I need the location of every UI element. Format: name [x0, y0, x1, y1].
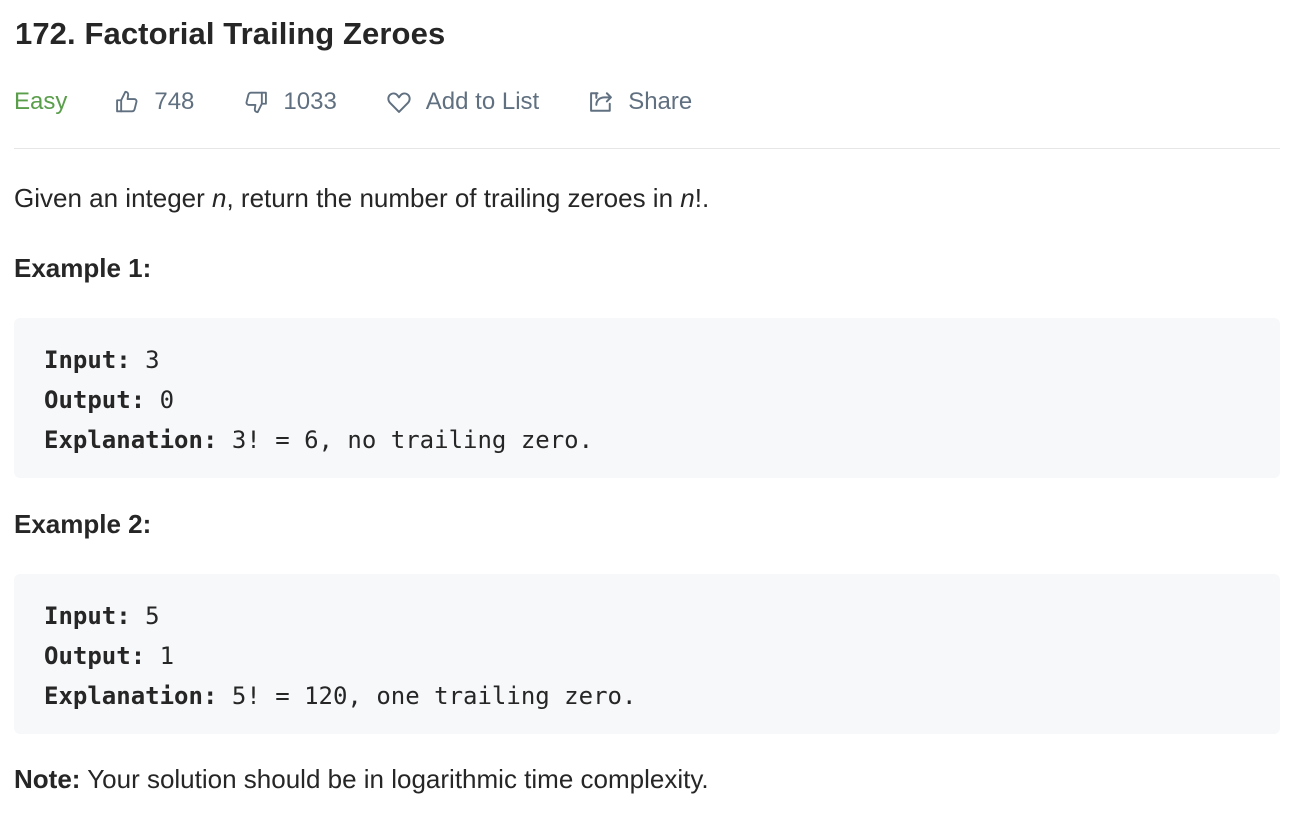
note-label: Note: — [14, 764, 81, 794]
description-text: !. — [694, 183, 710, 213]
share-label: Share — [628, 88, 693, 115]
variable-n: n — [680, 183, 695, 213]
problem-title: 172. Factorial Trailing Zeroes — [15, 16, 446, 51]
problem-description: Given an integer n, return the number of… — [14, 183, 709, 214]
variable-n: n — [212, 183, 227, 213]
output-label: Output: — [44, 386, 146, 414]
example-heading: Example 2: — [14, 509, 152, 539]
difficulty-badge: Easy — [14, 88, 68, 115]
thumbs-down-icon — [242, 88, 270, 116]
example-output-line: Output: 1 — [44, 636, 1250, 676]
explanation-label: Explanation: — [44, 682, 218, 710]
explanation-label: Explanation: — [44, 426, 218, 454]
add-to-list-label: Add to List — [425, 88, 540, 115]
problem-meta-bar: Easy 748 1033 Add to List Share — [14, 84, 740, 120]
complexity-note: Note: Your solution should be in logarit… — [14, 764, 709, 795]
explanation-value: 5! = 120, one trailing zero. — [217, 682, 637, 710]
example-explanation-line: Explanation: 3! = 6, no trailing zero. — [44, 420, 1250, 460]
example-explanation-line: Explanation: 5! = 120, one trailing zero… — [44, 676, 1250, 716]
heart-icon — [385, 88, 413, 116]
description-text: , return the number of trailing zeroes i… — [226, 183, 681, 213]
dislike-count: 1033 — [283, 88, 337, 115]
header-divider — [14, 148, 1280, 149]
note-text: Your solution should be in logarithmic t… — [80, 764, 709, 794]
output-label: Output: — [44, 642, 146, 670]
example-input-line: Input: 3 — [44, 340, 1250, 380]
thumbs-up-icon — [113, 88, 141, 116]
example-heading: Example 1: — [14, 253, 152, 283]
input-value: 3 — [130, 346, 160, 374]
output-value: 0 — [145, 386, 175, 414]
dislike-button[interactable]: 1033 — [242, 88, 337, 116]
output-value: 1 — [145, 642, 175, 670]
example-output-line: Output: 0 — [44, 380, 1250, 420]
share-icon — [587, 88, 615, 116]
add-to-list-button[interactable]: Add to List — [385, 88, 539, 116]
example-code-block: Input: 5 Output: 1 Explanation: 5! = 120… — [14, 574, 1280, 734]
input-label: Input: — [44, 602, 131, 630]
like-count: 748 — [154, 88, 195, 115]
explanation-value: 3! = 6, no trailing zero. — [217, 426, 594, 454]
example-code-block: Input: 3 Output: 0 Explanation: 3! = 6, … — [14, 318, 1280, 478]
description-text: Given an integer — [14, 183, 213, 213]
input-value: 5 — [130, 602, 160, 630]
problem-page: 172. Factorial Trailing Zeroes Easy 748 … — [0, 0, 1304, 814]
like-button[interactable]: 748 — [113, 88, 194, 116]
input-label: Input: — [44, 346, 131, 374]
example-input-line: Input: 5 — [44, 596, 1250, 636]
share-button[interactable]: Share — [587, 88, 692, 116]
